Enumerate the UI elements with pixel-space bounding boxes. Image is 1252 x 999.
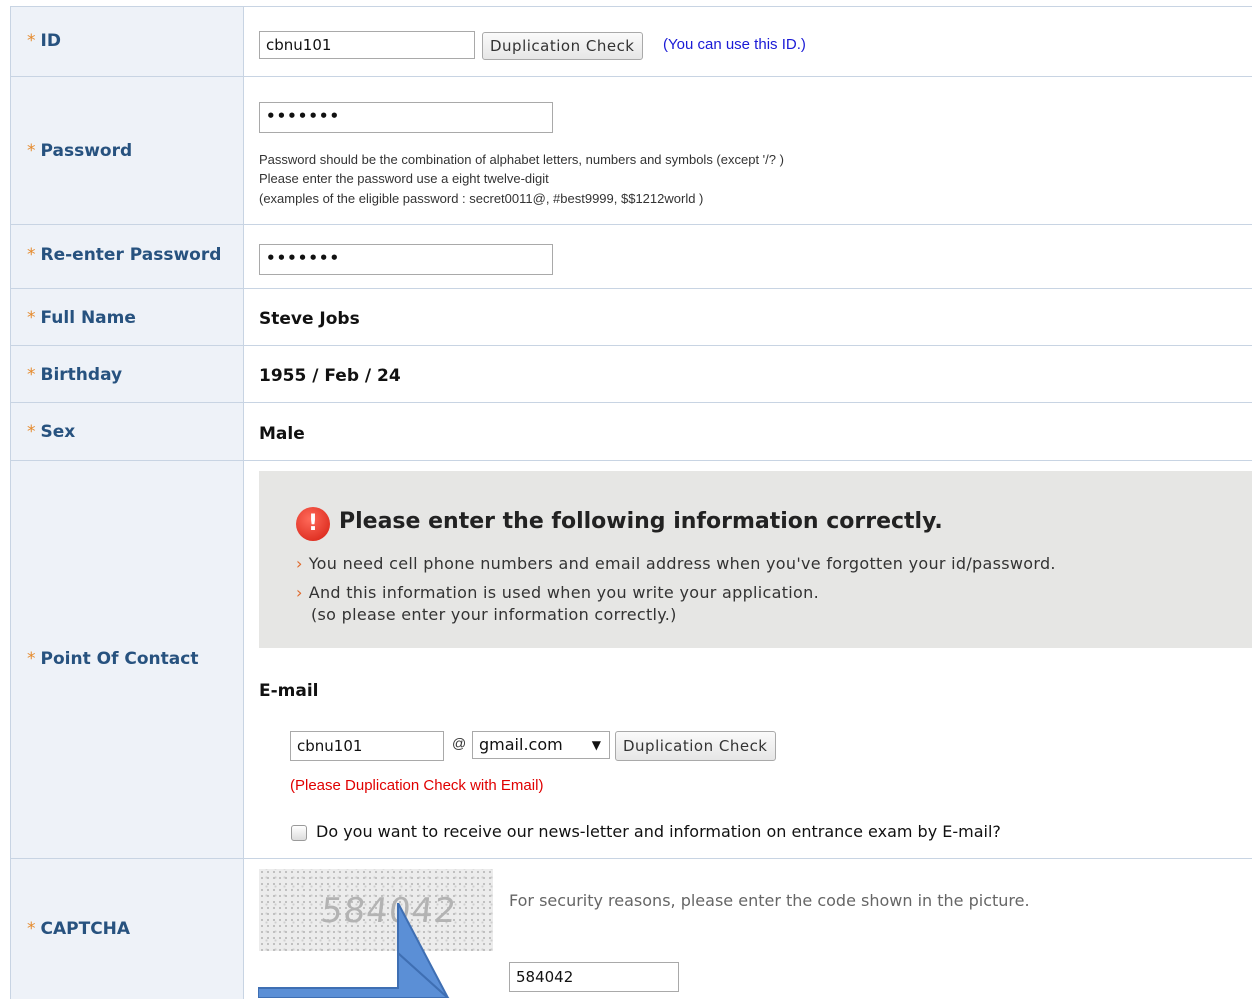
notice-title: Please enter the following information c… — [339, 509, 943, 534]
id-status-text: (You can use this ID.) — [663, 36, 806, 53]
row-password: * Password ••••••• Password should be the… — [10, 76, 1252, 225]
value-cell: ••••••• Password should be the combinati… — [243, 77, 1252, 225]
value-cell: Male — [243, 403, 1252, 461]
email-duplication-check-button[interactable]: Duplication Check — [615, 731, 776, 761]
label-cell: * Password — [10, 77, 244, 225]
label-captcha: CAPTCHA — [40, 919, 131, 939]
captcha-input[interactable] — [509, 962, 679, 992]
email-warning-text: (Please Duplication Check with Email) — [290, 777, 544, 794]
password-input[interactable]: ••••••• — [259, 102, 553, 133]
id-input[interactable] — [259, 31, 475, 59]
birthday-value: 1955 / Feb / 24 — [259, 366, 401, 386]
row-sex: * Sex Male — [10, 402, 1252, 461]
label-password: Password — [40, 141, 133, 161]
notice-line: (so please enter your information correc… — [311, 605, 677, 624]
value-cell: ••••••• — [243, 225, 1252, 289]
row-reenter-password: * Re-enter Password ••••••• — [10, 224, 1252, 289]
label-cell: * Re-enter Password — [10, 225, 244, 289]
captcha-instruction: For security reasons, please enter the c… — [509, 891, 1030, 910]
row-captcha: * CAPTCHA 584042 For security reasons, pl… — [10, 858, 1252, 999]
label-id: ID — [40, 31, 61, 51]
value-cell: Steve Jobs — [243, 289, 1252, 346]
full-name-value: Steve Jobs — [259, 309, 360, 329]
at-sign: @ — [452, 735, 467, 751]
row-birthday: * Birthday 1955 / Feb / 24 — [10, 345, 1252, 403]
label-cell: * Point Of Contact — [10, 461, 244, 859]
row-point-of-contact: * Point Of Contact ! Please enter the fol… — [10, 460, 1252, 859]
row-id: *ID Duplication Check (You can use this … — [10, 6, 1252, 77]
value-cell: 1955 / Feb / 24 — [243, 346, 1252, 403]
newsletter-checkbox[interactable] — [291, 825, 307, 841]
sex-value: Male — [259, 424, 305, 444]
label-cell: * Sex — [10, 403, 244, 461]
password-rule-note: Password should be the combination of al… — [259, 152, 784, 167]
email-domain-value: gmail.com — [479, 735, 563, 754]
label-point-of-contact: Point Of Contact — [40, 649, 199, 669]
reenter-password-input[interactable]: ••••••• — [259, 244, 553, 275]
label-cell: * Birthday — [10, 346, 244, 403]
notice-box: ! Please enter the following information… — [259, 471, 1252, 648]
label-cell: * CAPTCHA — [10, 859, 244, 999]
notice-line: › You need cell phone numbers and email a… — [296, 554, 1056, 573]
id-duplication-check-button[interactable]: Duplication Check — [482, 32, 643, 60]
label-cell: * Full Name — [10, 289, 244, 346]
newsletter-label: Do you want to receive our news-letter a… — [316, 822, 1001, 841]
label-sex: Sex — [40, 422, 76, 442]
password-length-note: Please enter the password use a eight tw… — [259, 171, 549, 186]
label-cell: * ID — [10, 7, 244, 77]
annotation-arrow — [258, 903, 450, 998]
value-cell: ! Please enter the following information… — [243, 461, 1252, 859]
row-full-name: * Full Name Steve Jobs — [10, 288, 1252, 346]
label-birthday: Birthday — [40, 365, 123, 385]
password-example-note: (examples of the eligible password : sec… — [259, 191, 704, 206]
dropdown-arrow-icon: ▼ — [591, 738, 601, 752]
email-heading: E-mail — [259, 681, 319, 701]
email-domain-select[interactable]: gmail.com ▼ — [472, 731, 610, 759]
label-full-name: Full Name — [40, 308, 136, 328]
email-user-input[interactable] — [290, 731, 444, 761]
label-reenter-password: Re-enter Password — [40, 245, 222, 265]
value-cell: Duplication Check (You can use this ID.) — [243, 7, 1252, 77]
exclamation-icon: ! — [296, 507, 330, 541]
notice-line: › And this information is used when you w… — [296, 583, 819, 602]
